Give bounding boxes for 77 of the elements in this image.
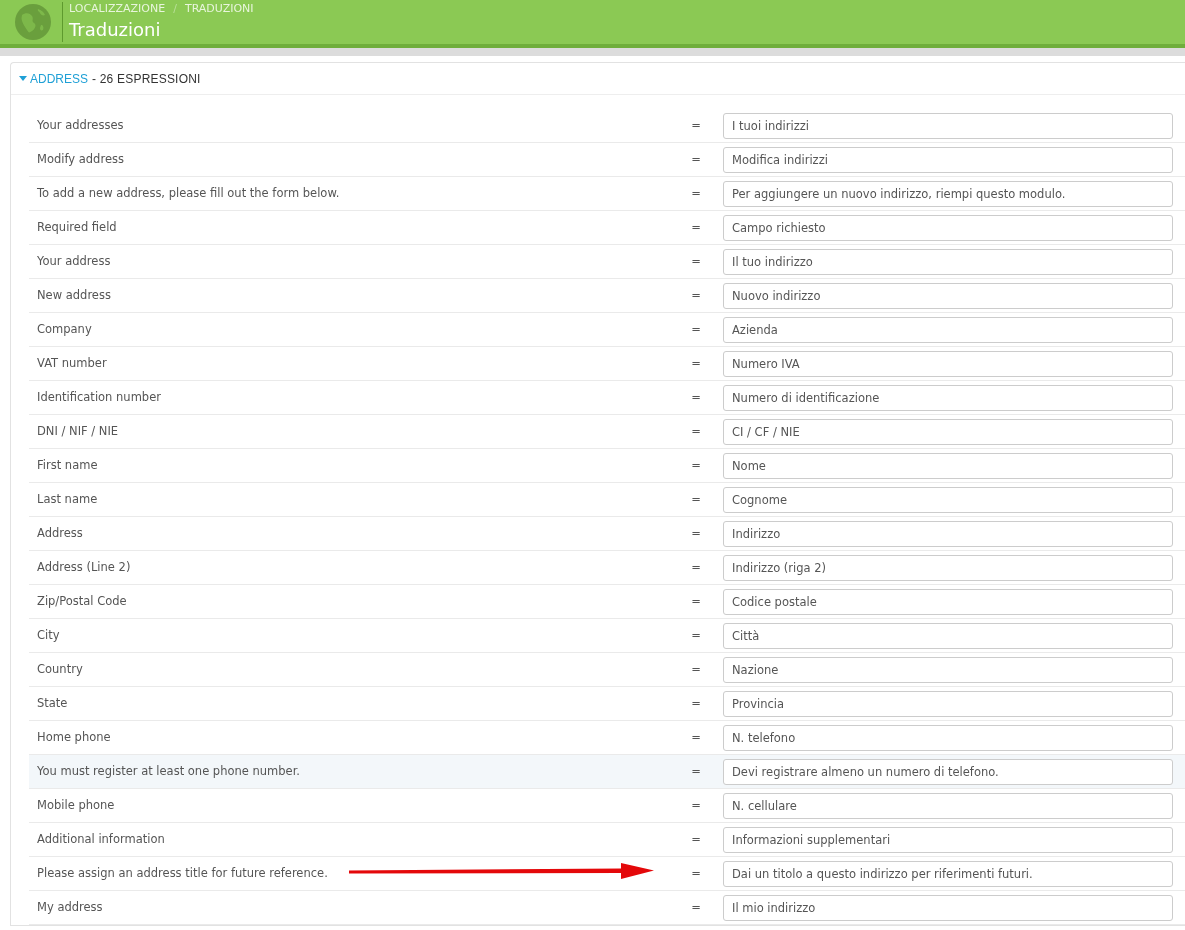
translation-field[interactable]: CI / CF / NIE <box>723 418 1173 445</box>
equals-sign: = <box>690 252 702 270</box>
equals-sign: = <box>690 320 702 338</box>
equals-sign: = <box>690 898 702 916</box>
source-text: Required field <box>37 218 117 236</box>
equals-sign: = <box>690 558 702 576</box>
equals-sign: = <box>690 524 702 542</box>
translation-field[interactable]: Numero di identificazione <box>723 384 1173 411</box>
translation-field[interactable]: I tuoi indirizzi <box>723 112 1173 139</box>
equals-sign: = <box>690 728 702 746</box>
source-text: Zip/Postal Code <box>37 592 127 610</box>
page-title: Traduzioni <box>69 18 162 42</box>
translation-field[interactable]: Per aggiungere un nuovo indirizzo, riempi questo modulo. <box>723 180 1173 207</box>
source-text: Additional information <box>37 830 165 848</box>
equals-sign: = <box>690 184 702 202</box>
equals-sign: = <box>690 626 702 644</box>
translation-field[interactable]: Nome <box>723 452 1173 479</box>
source-text: Home phone <box>37 728 111 746</box>
translation-field[interactable]: Indirizzo <box>723 520 1173 547</box>
translation-field[interactable]: Nuovo indirizzo <box>723 282 1173 309</box>
translation-field[interactable]: Il mio indirizzo <box>723 894 1173 921</box>
source-text: DNI / NIF / NIE <box>37 422 119 440</box>
translation-field[interactable]: Città <box>723 622 1173 649</box>
equals-sign: = <box>690 864 702 882</box>
translation-field[interactable]: Modifica indirizzi <box>723 146 1173 173</box>
translation-field[interactable]: N. telefono <box>723 724 1173 751</box>
translation-field[interactable]: Nazione <box>723 656 1173 683</box>
equals-sign: = <box>690 116 702 134</box>
translation-field[interactable]: Cognome <box>723 486 1173 513</box>
source-text: Address <box>37 524 83 542</box>
translation-field[interactable]: Azienda <box>723 316 1173 343</box>
breadcrumb-separator: / <box>173 2 177 16</box>
globe-icon <box>14 3 52 41</box>
equals-sign: = <box>690 762 702 780</box>
equals-sign: = <box>690 490 702 508</box>
source-text: Address (Line 2) <box>37 558 131 576</box>
source-text: City <box>37 626 60 644</box>
source-text: New address <box>37 286 111 304</box>
source-text: Country <box>37 660 83 678</box>
translation-field[interactable]: Dai un titolo a questo indirizzo per riferimenti futuri. <box>723 860 1173 887</box>
equals-sign: = <box>690 456 702 474</box>
equals-sign: = <box>690 388 702 406</box>
source-text: Last name <box>37 490 98 508</box>
source-text: Modify address <box>37 150 124 168</box>
translation-field[interactable]: Indirizzo (riga 2) <box>723 554 1173 581</box>
source-text: Your addresses <box>37 116 124 134</box>
equals-sign: = <box>690 660 702 678</box>
translation-field[interactable]: N. cellulare <box>723 792 1173 819</box>
translation-field[interactable]: Campo richiesto <box>723 214 1173 241</box>
translation-field[interactable]: Devi registrare almeno un numero di telefono. <box>723 758 1173 785</box>
translation-field[interactable]: Informazioni supplementari <box>723 826 1173 853</box>
source-text: Identification number <box>37 388 161 406</box>
equals-sign: = <box>690 218 702 236</box>
translation-field[interactable]: Il tuo indirizzo <box>723 248 1173 275</box>
caret-icon <box>19 75 27 82</box>
translation-field[interactable]: Provincia <box>723 690 1173 717</box>
source-text: My address <box>37 898 103 916</box>
equals-sign: = <box>690 150 702 168</box>
source-text: Your address <box>37 252 111 270</box>
source-text: You must register at least one phone number. <box>37 762 300 780</box>
source-text: State <box>37 694 68 712</box>
translation-field[interactable]: Codice postale <box>723 588 1173 615</box>
translation-field[interactable]: Numero IVA <box>723 350 1173 377</box>
source-text: VAT number <box>37 354 107 372</box>
source-text: Company <box>37 320 92 338</box>
source-text: Mobile phone <box>37 796 115 814</box>
source-text: To add a new address, please fill out the form below. <box>37 184 340 202</box>
expression-count: - 26 ESPRESSIONI <box>92 70 201 88</box>
equals-sign: = <box>690 592 702 610</box>
source-text: First name <box>37 456 98 474</box>
source-text: Please assign an address title for future reference. <box>37 864 328 882</box>
equals-sign: = <box>690 830 702 848</box>
equals-sign: = <box>690 422 702 440</box>
equals-sign: = <box>690 354 702 372</box>
equals-sign: = <box>690 694 702 712</box>
equals-sign: = <box>690 796 702 814</box>
equals-sign: = <box>690 286 702 304</box>
